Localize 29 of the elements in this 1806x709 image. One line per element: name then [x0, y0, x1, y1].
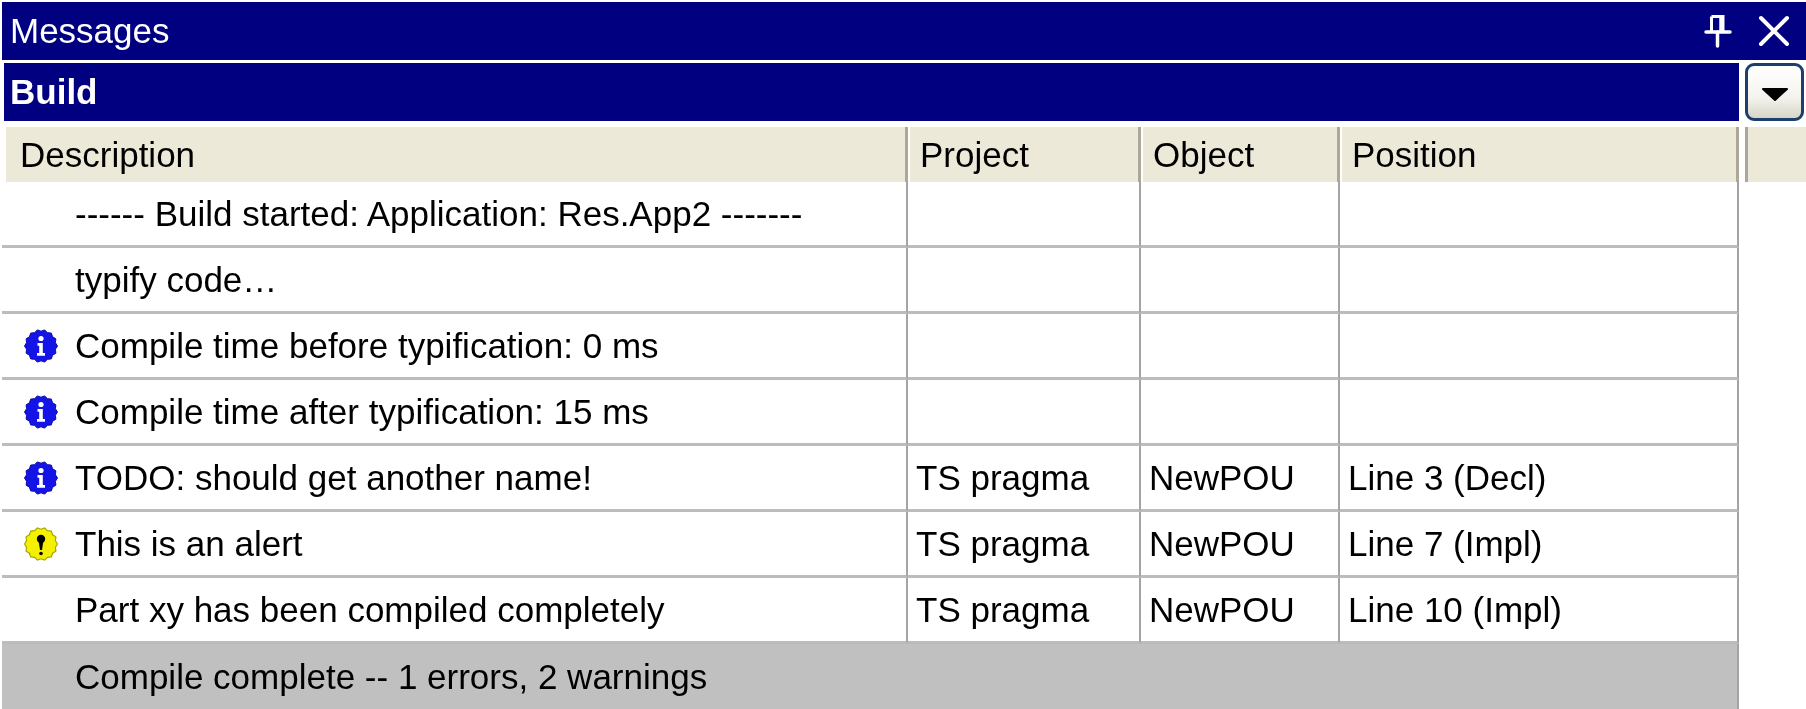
message-text: Compile time after typification: 15 ms: [75, 391, 649, 432]
alert-icon: [24, 526, 58, 561]
summary-message: Compile complete -- 1 errors, 2 warnings: [2, 644, 1739, 709]
column-header[interactable]: Description: [6, 127, 908, 182]
column-header[interactable]: Object: [1141, 127, 1340, 182]
table-cell: TS pragma: [908, 446, 1141, 512]
close-icon[interactable]: [1758, 15, 1790, 47]
caret-icon: [1761, 87, 1788, 101]
pin-icon[interactable]: [1704, 14, 1732, 48]
table-cell: NewPOU: [1141, 446, 1340, 512]
empty-column-header: [1745, 127, 1806, 182]
info-icon: [24, 460, 58, 495]
info-icon: [24, 394, 58, 429]
table-cell: TS pragma: [908, 512, 1141, 578]
info-icon: [24, 328, 58, 363]
column-header[interactable]: Position: [1340, 127, 1739, 182]
table-cell: Line 3 (Decl): [1340, 446, 1739, 512]
window-title: Messages: [10, 11, 170, 51]
column-header[interactable]: Project: [908, 127, 1141, 182]
category-select[interactable]: Build: [4, 63, 1739, 121]
message-text: ------ Build started: Application: Res.App2 -------: [75, 193, 803, 234]
message-text: This is an alert: [75, 523, 303, 564]
message-text: Compile time before typification: 0 ms: [75, 325, 659, 366]
dropdown-button[interactable]: [1745, 63, 1804, 121]
table-cell: NewPOU: [1141, 512, 1340, 578]
message-text: Part xy has been compiled completely: [75, 589, 665, 630]
message-text: typify code…: [75, 259, 278, 300]
table-cell: Line 7 (Impl): [1340, 512, 1739, 578]
message-text: TODO: should get another name!: [75, 457, 592, 498]
